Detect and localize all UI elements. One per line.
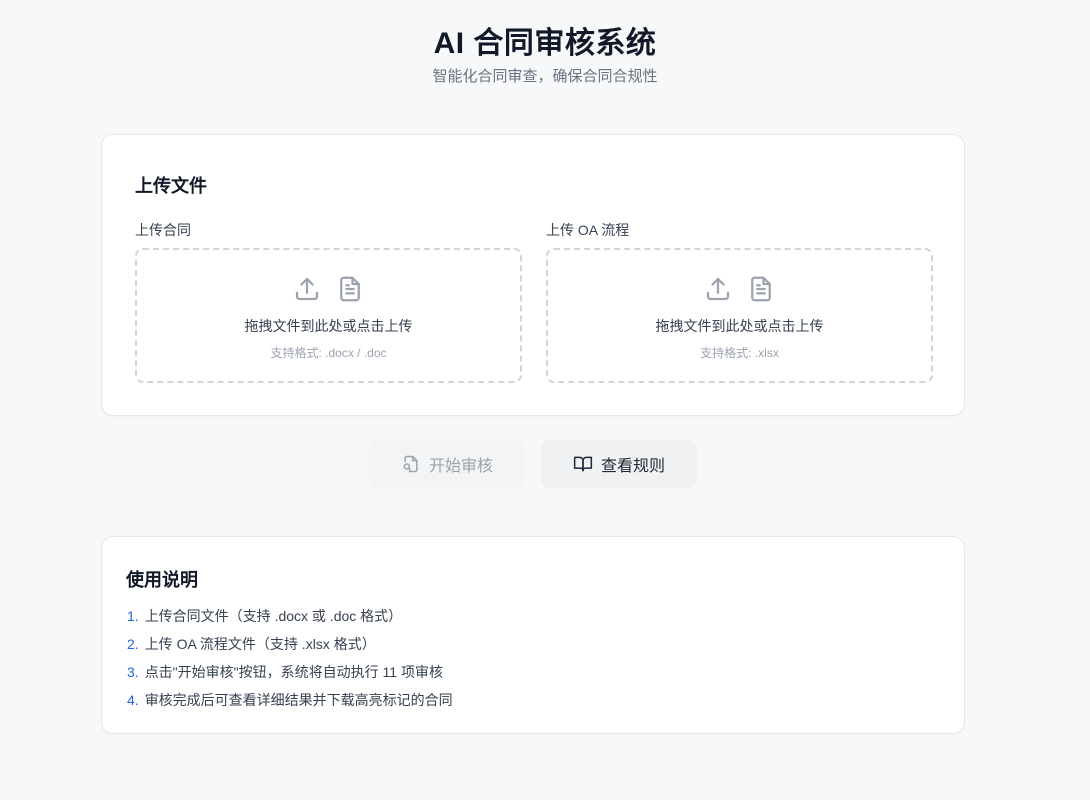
step-text: 审核完成后可查看详细结果并下载高亮标记的合同 — [144, 692, 453, 708]
document-icon — [742, 274, 780, 302]
list-item: 1. 上传合同文件（支持 .docx 或 .doc 格式） — [127, 606, 453, 634]
step-number: 3. — [127, 664, 139, 680]
start-review-button[interactable]: 开始审核 — [369, 440, 525, 488]
page-subtitle: 智能化合同审查，确保合同合规性 — [432, 68, 658, 85]
view-rules-label: 查看规则 — [600, 458, 665, 475]
instructions-card: 使用说明 1. 上传合同文件（支持 .docx 或 .doc 格式） 2. 上传 O… — [101, 536, 965, 734]
page-title: AI 合同审核系统 — [433, 27, 657, 60]
step-number: 4. — [127, 692, 139, 708]
upload-icon — [288, 274, 330, 301]
file-search-icon — [401, 454, 429, 474]
step-text: 上传合同文件（支持 .docx 或 .doc 格式） — [144, 608, 403, 624]
oa-dropzone[interactable]: 拖拽文件到此处或点击上传 支持格式: .xlsx — [546, 248, 933, 383]
step-text: 点击"开始审核"按钮，系统将自动执行 11 项审核 — [144, 664, 443, 680]
oa-dropzone-prompt: 拖拽文件到此处或点击上传 — [655, 318, 824, 334]
upload-card: 上传文件 上传合同 拖拽文件到此处或点击上传 支持格式: .docx / .do… — [101, 134, 965, 416]
start-review-label: 开始审核 — [428, 458, 493, 475]
list-item: 2. 上传 OA 流程文件（支持 .xlsx 格式） — [127, 634, 453, 662]
contract-upload-label: 上传合同 — [135, 222, 191, 238]
contract-dropzone[interactable]: 拖拽文件到此处或点击上传 支持格式: .docx / .doc — [135, 248, 522, 383]
upload-icon — [699, 274, 741, 301]
step-text: 上传 OA 流程文件（支持 .xlsx 格式） — [144, 636, 376, 652]
upload-section-title: 上传文件 — [135, 176, 207, 196]
oa-upload-label: 上传 OA 流程 — [546, 222, 630, 238]
contract-format-hint: 支持格式: .docx / .doc — [270, 346, 387, 360]
view-rules-button[interactable]: 查看规则 — [541, 440, 697, 488]
oa-format-hint: 支持格式: .xlsx — [700, 346, 779, 360]
step-number: 2. — [127, 636, 139, 652]
document-icon — [331, 274, 369, 302]
contract-dropzone-prompt: 拖拽文件到此处或点击上传 — [244, 318, 413, 334]
book-open-icon — [573, 454, 601, 474]
instructions-list: 1. 上传合同文件（支持 .docx 或 .doc 格式） 2. 上传 OA 流程文… — [127, 606, 453, 718]
instructions-title: 使用说明 — [126, 570, 198, 590]
list-item: 3. 点击"开始审核"按钮，系统将自动执行 11 项审核 — [127, 662, 453, 690]
list-item: 4. 审核完成后可查看详细结果并下载高亮标记的合同 — [127, 690, 453, 718]
step-number: 1. — [127, 608, 139, 624]
